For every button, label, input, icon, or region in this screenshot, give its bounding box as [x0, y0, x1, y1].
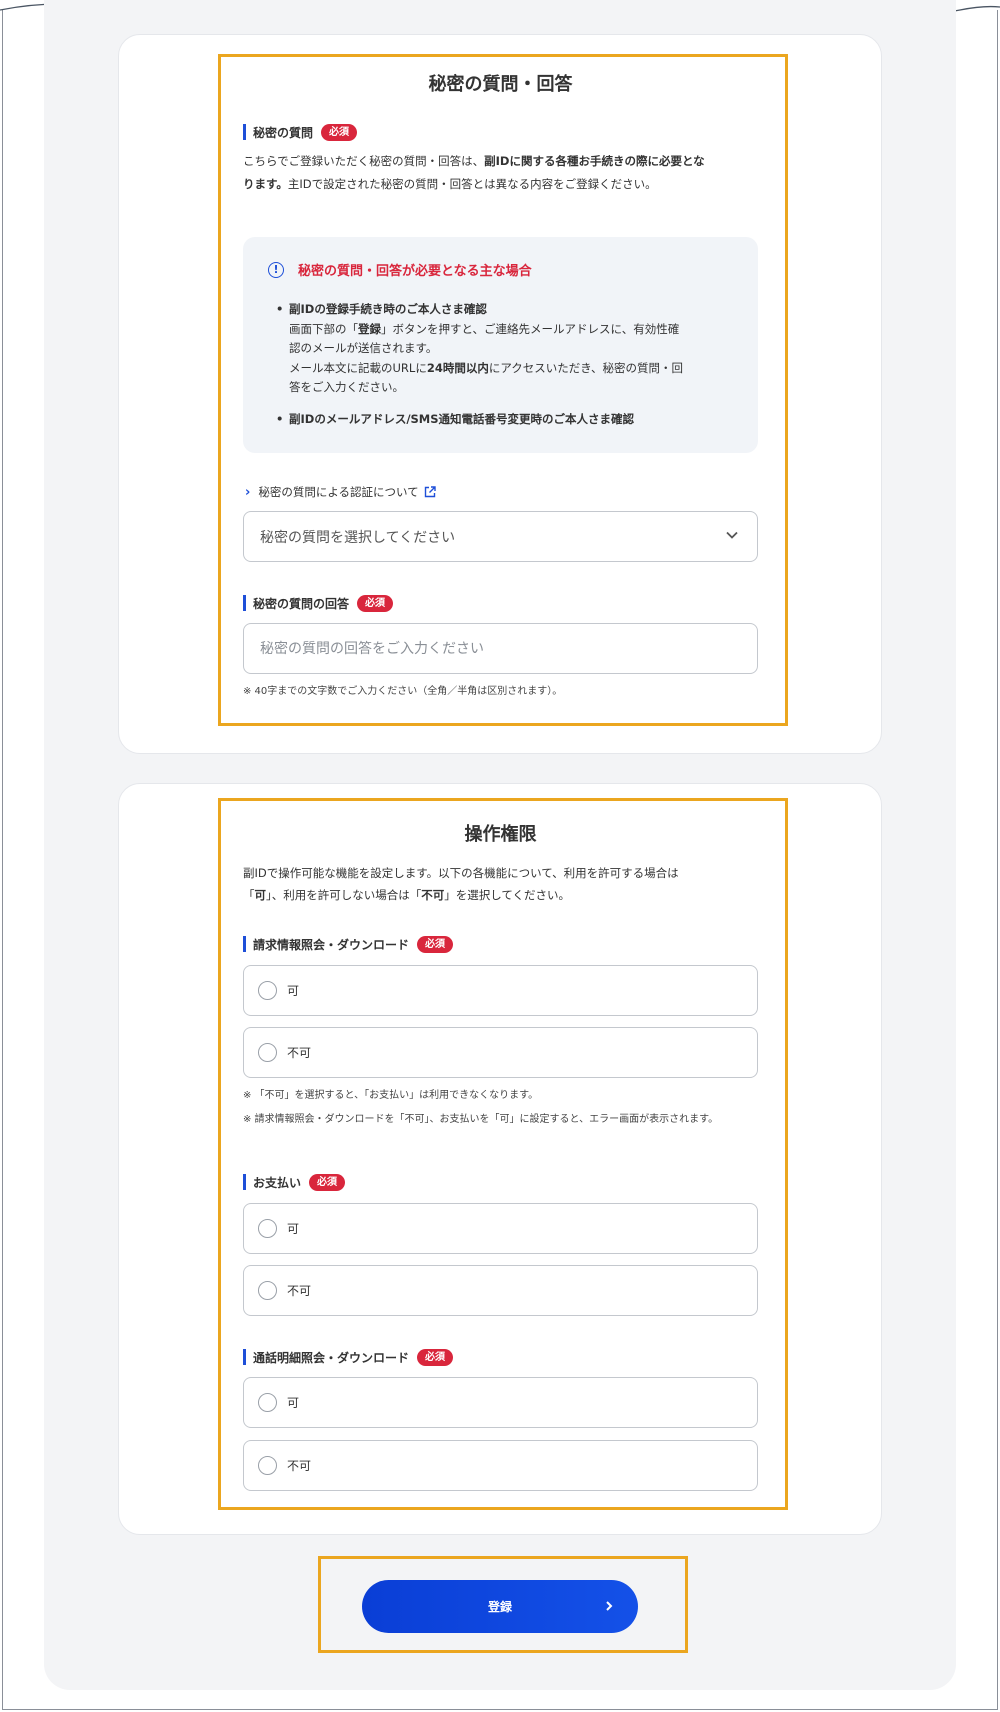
highlight-permission-section	[218, 798, 788, 1510]
highlight-register-button	[318, 1556, 688, 1653]
highlight-secret-section	[218, 54, 788, 726]
